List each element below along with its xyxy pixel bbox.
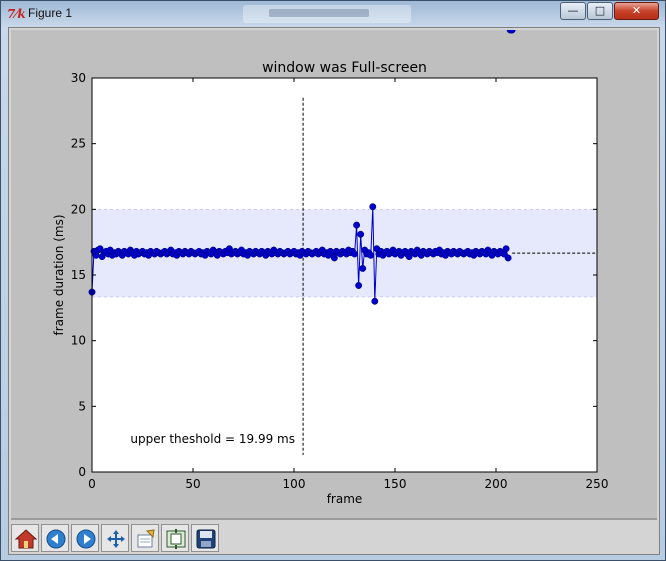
home-button[interactable] (11, 524, 39, 552)
y-tick-label: 15 (71, 268, 86, 282)
save-button[interactable] (191, 524, 219, 552)
y-axis-label: frame duration (ms) (52, 214, 66, 335)
y-tick-label: 25 (71, 137, 86, 151)
title-bar[interactable]: 7⁄k Figure 1 — □ ✕ (1, 1, 665, 27)
data-point (359, 264, 367, 272)
x-tick-label: 100 (283, 477, 306, 491)
window-title: Figure 1 (28, 6, 73, 20)
data-point (351, 250, 359, 258)
x-tick-label: 150 (384, 477, 407, 491)
figure-client-area: 0 50 100 150 200 250 0 5 10 15 20 25 30 window was F… (8, 26, 660, 555)
x-tick-label: 200 (485, 477, 508, 491)
threshold-annotation: upper theshold = 19.99 ms (130, 432, 295, 446)
forward-button[interactable] (71, 524, 99, 552)
y-tick-label: 30 (71, 71, 86, 85)
x-tick-label: 0 (88, 477, 96, 491)
data-point (330, 254, 338, 262)
data-point (367, 251, 375, 259)
x-tick-label: 50 (185, 477, 200, 491)
save-icon (196, 529, 216, 549)
minimize-button[interactable]: — (560, 2, 586, 20)
zoom-icon (137, 529, 155, 548)
forward-icon (76, 529, 96, 549)
x-axis-label: frame (327, 492, 363, 506)
zoom-button[interactable] (131, 524, 159, 552)
back-icon (46, 529, 66, 549)
maximize-button[interactable]: □ (587, 2, 613, 20)
subplots-icon (166, 529, 186, 549)
y-tick-label: 20 (71, 202, 86, 216)
navigation-toolbar (9, 520, 659, 554)
chart-title: window was Full-screen (262, 60, 427, 76)
data-point (371, 297, 379, 305)
data-point (355, 282, 363, 289)
x-tick-label: 250 (586, 477, 609, 491)
tk-feather-icon: 7⁄k (7, 7, 26, 21)
y-tick-label: 0 (78, 465, 86, 479)
data-point (369, 203, 377, 211)
data-point (504, 254, 512, 262)
background-window-ghost (243, 5, 411, 23)
home-icon (15, 529, 37, 549)
figure-canvas[interactable]: 0 50 100 150 200 250 0 5 10 15 20 25 30 window was F… (11, 26, 657, 520)
y-tick-label: 10 (71, 334, 86, 348)
data-point (357, 230, 365, 238)
data-point (353, 221, 361, 229)
data-point (502, 245, 510, 253)
chart-svg: 0 50 100 150 200 250 0 5 10 15 20 25 30 window was F… (52, 26, 609, 506)
subplots-button[interactable] (161, 524, 189, 552)
close-button[interactable]: ✕ (614, 2, 659, 20)
pan-button[interactable] (101, 524, 129, 552)
back-button[interactable] (41, 524, 69, 552)
pan-icon (107, 530, 125, 548)
figure-window: 7⁄k Figure 1 — □ ✕ 0 50 100 150 200 250 0 5 10 15… (0, 0, 666, 561)
y-tick-label: 5 (78, 399, 86, 413)
